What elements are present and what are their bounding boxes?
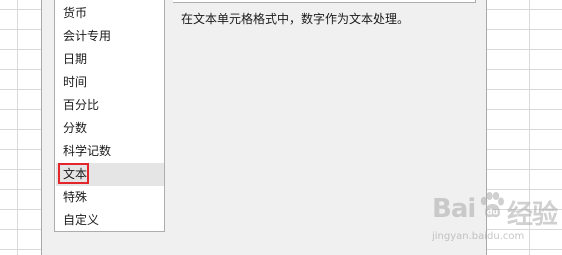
paw-icon: du — [480, 192, 504, 218]
category-item-custom[interactable]: 自定义 — [56, 209, 164, 232]
category-item-scientific[interactable]: 科学记数 — [56, 140, 164, 163]
watermark: Bai du 经验 jingyan.baidu.com — [428, 190, 562, 255]
sample-box — [173, 0, 476, 3]
watermark-brand-right: 经验 — [507, 200, 558, 230]
category-item-time[interactable]: 时间 — [56, 71, 164, 94]
category-item-percentage[interactable]: 百分比 — [56, 94, 164, 117]
category-item-accounting[interactable]: 会计专用 — [56, 25, 164, 48]
svg-text:du: du — [487, 208, 499, 217]
category-item-date[interactable]: 日期 — [56, 48, 164, 71]
watermark-url: jingyan.baidu.com — [432, 231, 525, 242]
category-item-currency[interactable]: 货币 — [56, 2, 164, 25]
category-item-fraction[interactable]: 分数 — [56, 117, 164, 140]
category-description: 在文本单元格格式中，数字作为文本处理。 — [181, 12, 410, 26]
highlight-box — [58, 163, 89, 184]
category-item-special[interactable]: 特殊 — [56, 186, 164, 209]
category-list[interactable]: 货币 会计专用 日期 时间 百分比 分数 科学记数 文本 特殊 自定义 — [54, 0, 165, 232]
watermark-brand-left: Bai — [432, 194, 476, 224]
